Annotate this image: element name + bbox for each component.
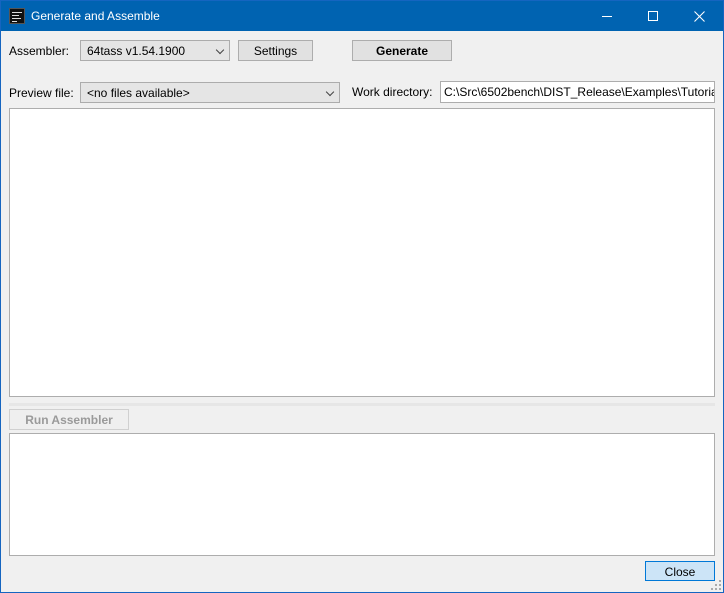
generate-assemble-dialog: Generate and Assemble Assembler: 64tass … [0, 0, 724, 593]
work-directory-field[interactable]: C:\Src\6502bench\DIST_Release\Examples\T… [440, 81, 715, 103]
work-directory-label: Work directory: [352, 85, 433, 99]
title-bar[interactable]: Generate and Assemble [1, 1, 723, 31]
resize-grip-icon[interactable] [711, 580, 721, 590]
settings-button[interactable]: Settings [238, 40, 313, 61]
splitter[interactable] [9, 403, 715, 406]
maximize-icon [648, 11, 658, 21]
chevron-down-icon [215, 45, 225, 55]
close-button[interactable]: Close [645, 561, 715, 581]
preview-text-area[interactable] [9, 108, 715, 397]
work-directory-value: C:\Src\6502bench\DIST_Release\Examples\T… [444, 85, 715, 99]
maximize-button[interactable] [630, 1, 676, 31]
run-assembler-button-label: Run Assembler [25, 413, 113, 427]
assembler-label: Assembler: [9, 44, 70, 58]
run-assembler-button[interactable]: Run Assembler [9, 409, 129, 430]
preview-file-label: Preview file: [9, 86, 74, 100]
minimize-icon [602, 15, 612, 17]
minimize-button[interactable] [584, 1, 630, 31]
close-button-label: Close [664, 565, 696, 579]
generate-button-label: Generate [375, 44, 429, 58]
preview-file-select-value: <no files available> [87, 86, 190, 100]
window-title: Generate and Assemble [31, 9, 160, 23]
assembler-output-area[interactable] [9, 433, 715, 556]
preview-file-select[interactable]: <no files available> [80, 82, 340, 103]
app-icon [9, 8, 25, 24]
generate-button[interactable]: Generate [352, 40, 452, 61]
assembler-select[interactable]: 64tass v1.54.1900 [80, 40, 230, 61]
assembler-select-value: 64tass v1.54.1900 [87, 44, 186, 58]
chevron-down-icon [325, 87, 335, 97]
settings-button-label: Settings [253, 44, 298, 58]
close-window-button[interactable] [676, 1, 722, 31]
close-icon [693, 10, 705, 22]
